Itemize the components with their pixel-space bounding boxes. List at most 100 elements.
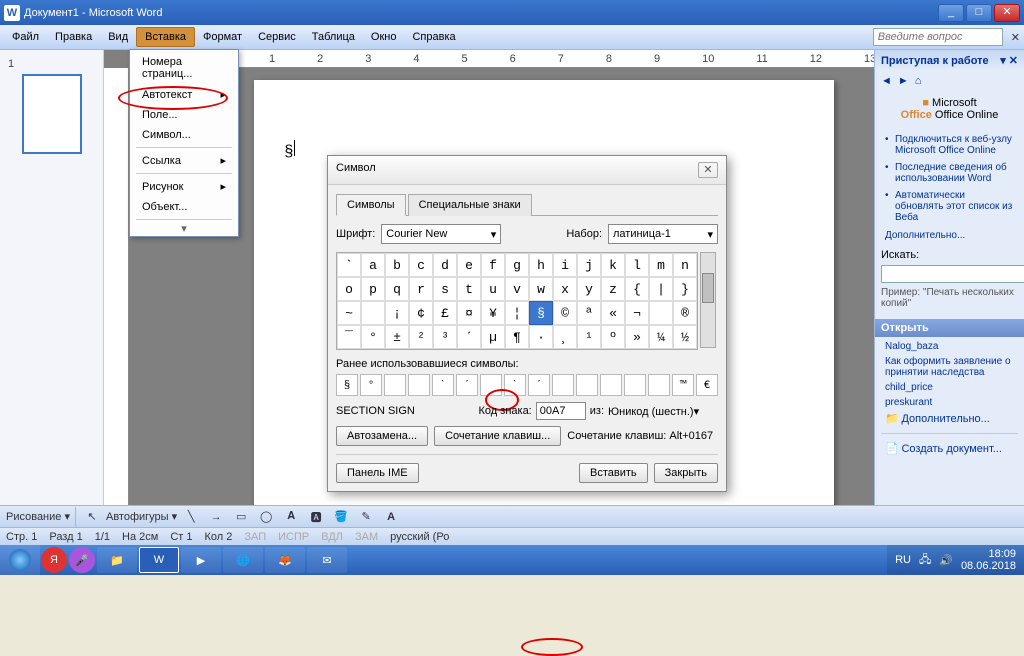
autoshapes-label[interactable]: Автофигуры ▾ <box>106 510 177 523</box>
menu-help[interactable]: Справка <box>404 28 463 46</box>
tray-clock[interactable]: 18:09 08.06.2018 <box>961 548 1016 572</box>
char-cell[interactable]: ¦ <box>505 301 529 325</box>
char-cell[interactable]: ~ <box>337 301 361 325</box>
tp-open-4[interactable]: preskurant <box>885 395 1014 410</box>
recent-char[interactable]: € <box>696 374 718 396</box>
char-cell[interactable]: « <box>601 301 625 325</box>
char-cell[interactable]: ¹ <box>577 325 601 349</box>
wordart-icon[interactable]: 🅰 <box>305 506 327 528</box>
recent-char[interactable]: ˊ <box>456 374 478 396</box>
char-cell[interactable]: v <box>505 277 529 301</box>
tray-sound-icon[interactable]: 🔊 <box>939 554 953 567</box>
char-cell[interactable]: ` <box>337 253 361 277</box>
recent-char[interactable] <box>552 374 574 396</box>
char-cell[interactable]: g <box>505 253 529 277</box>
tp-create-doc[interactable]: 📄 Создать документ... <box>885 440 1014 457</box>
char-cell[interactable]: | <box>649 277 673 301</box>
rect-icon[interactable]: ▭ <box>230 506 252 528</box>
taskpane-back-icon[interactable]: ◄ <box>881 75 892 87</box>
mi-reference[interactable]: Ссылка▸ <box>132 150 236 171</box>
char-cell[interactable]: f <box>481 253 505 277</box>
recent-char[interactable]: § <box>336 374 358 396</box>
recent-char[interactable] <box>648 374 670 396</box>
tp-open-3[interactable]: child_price <box>885 380 1014 395</box>
char-cell[interactable]: ® <box>673 301 697 325</box>
arrow-icon[interactable]: → <box>205 506 227 528</box>
char-cell[interactable]: d <box>433 253 457 277</box>
char-cell[interactable]: ¸ <box>553 325 577 349</box>
char-cell[interactable]: ³ <box>433 325 457 349</box>
taskbar-yandex[interactable]: Я <box>41 547 67 573</box>
tab-symbols[interactable]: Символы <box>336 194 406 216</box>
recent-char[interactable] <box>384 374 406 396</box>
horizontal-ruler[interactable]: 1234567891011121314151617 <box>129 50 874 68</box>
line-color-icon[interactable]: ✎ <box>355 506 377 528</box>
doc-close-icon[interactable]: ✕ <box>1011 31 1020 44</box>
mi-object[interactable]: Объект... <box>132 197 236 217</box>
oval-icon[interactable]: ◯ <box>255 506 277 528</box>
taskbar-outlook[interactable]: ✉ <box>307 547 347 573</box>
char-cell[interactable]: { <box>625 277 649 301</box>
taskbar-explorer[interactable]: 📁 <box>97 547 137 573</box>
mi-page-numbers[interactable]: Номера страниц... <box>132 52 236 84</box>
char-cell[interactable]: l <box>625 253 649 277</box>
menu-insert[interactable]: Вставка <box>136 27 195 47</box>
char-cell[interactable]: ´ <box>457 325 481 349</box>
char-cell[interactable]: ¢ <box>409 301 433 325</box>
char-cell[interactable]: n <box>673 253 697 277</box>
char-cell[interactable]: £ <box>433 301 457 325</box>
mi-symbol[interactable]: Символ... <box>132 125 236 145</box>
tp-link-update[interactable]: Автоматически обновлять этот список из В… <box>885 187 1014 226</box>
char-cell[interactable]: ½ <box>673 325 697 349</box>
tp-open-2[interactable]: Как оформить заявление о принятии наслед… <box>885 354 1014 380</box>
char-cell[interactable]: p <box>361 277 385 301</box>
from-select[interactable]: Юникод (шестн.)▾ <box>608 405 718 418</box>
menu-view[interactable]: Вид <box>100 28 136 46</box>
menu-window[interactable]: Окно <box>363 28 405 46</box>
start-button[interactable] <box>0 545 40 575</box>
recent-char[interactable] <box>576 374 598 396</box>
mi-autotext[interactable]: Автотекст▸ <box>132 84 236 105</box>
code-input[interactable] <box>536 402 586 420</box>
char-cell[interactable]: m <box>649 253 673 277</box>
recent-char[interactable]: ˋ <box>432 374 454 396</box>
tray-network-icon[interactable]: 🖧 <box>919 551 931 570</box>
char-grid[interactable]: `abcdefghijklmnopqrstuvwxyz{|}~ ¡¢£¤¥¦§©… <box>336 252 698 350</box>
char-cell[interactable]: q <box>385 277 409 301</box>
char-cell[interactable]: ¯ <box>337 325 361 349</box>
char-cell[interactable]: u <box>481 277 505 301</box>
tp-link-news[interactable]: Последние сведения об использовании Word <box>885 159 1014 187</box>
taskbar-word[interactable]: W <box>139 547 179 573</box>
char-cell[interactable]: ¼ <box>649 325 673 349</box>
char-cell[interactable]: e <box>457 253 481 277</box>
font-select[interactable]: Courier New▾ <box>381 224 501 244</box>
char-cell[interactable]: k <box>601 253 625 277</box>
taskpane-fwd-icon[interactable]: ► <box>898 75 909 87</box>
close-dialog-button[interactable]: Закрыть <box>654 463 718 483</box>
char-cell[interactable]: ¶ <box>505 325 529 349</box>
char-cell[interactable]: c <box>409 253 433 277</box>
char-cell[interactable]: ¥ <box>481 301 505 325</box>
line-icon[interactable]: ╲ <box>180 506 202 528</box>
taskpane-home-icon[interactable]: ⌂ <box>915 75 922 87</box>
close-button[interactable]: ✕ <box>994 4 1020 22</box>
mi-field[interactable]: Поле... <box>132 105 236 125</box>
help-question-input[interactable] <box>873 28 1003 46</box>
char-cell[interactable]: µ <box>481 325 505 349</box>
recent-char[interactable] <box>624 374 646 396</box>
menu-service[interactable]: Сервис <box>250 28 304 46</box>
vertical-ruler[interactable] <box>104 68 129 520</box>
recent-char[interactable] <box>600 374 622 396</box>
char-cell[interactable]: z <box>601 277 625 301</box>
tray-lang[interactable]: RU <box>895 554 911 566</box>
char-cell[interactable]: » <box>625 325 649 349</box>
char-cell[interactable]: § <box>529 301 553 325</box>
tab-special[interactable]: Специальные знаки <box>408 194 532 216</box>
taskbar-alice[interactable]: 🎤 <box>69 547 95 573</box>
autocorrect-button[interactable]: Автозамена... <box>336 426 428 446</box>
thumb-page-1[interactable] <box>22 74 82 154</box>
char-cell[interactable]: o <box>337 277 361 301</box>
char-cell[interactable]: ª <box>577 301 601 325</box>
taskbar-firefox[interactable]: 🦊 <box>265 547 305 573</box>
char-cell[interactable]: º <box>601 325 625 349</box>
